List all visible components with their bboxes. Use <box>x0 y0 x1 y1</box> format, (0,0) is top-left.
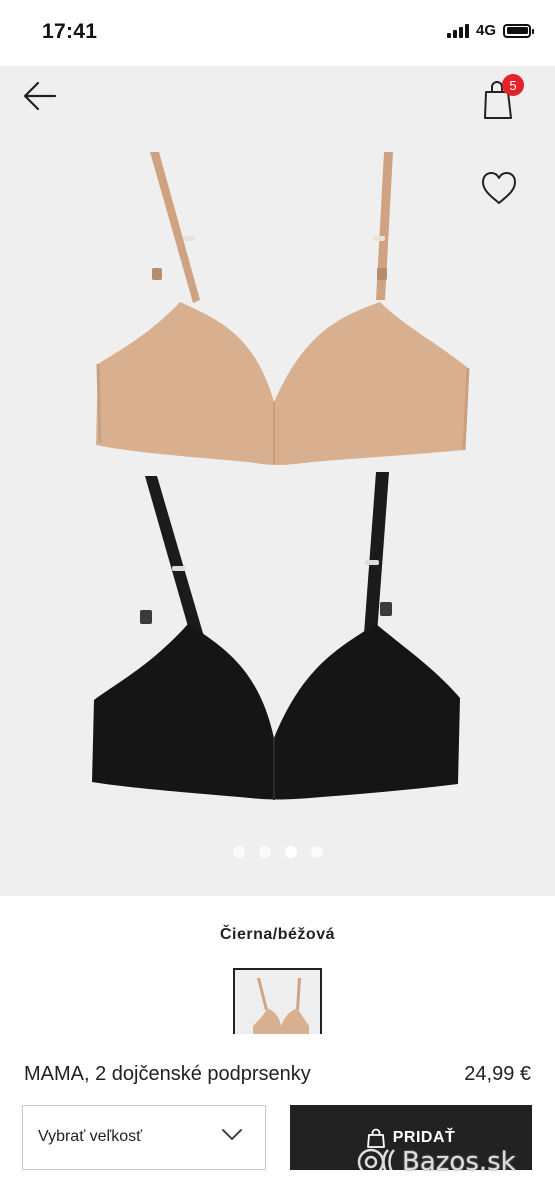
status-time: 17:41 <box>42 20 98 43</box>
heart-icon <box>482 172 516 204</box>
product-price: 24,99 € <box>464 1063 531 1085</box>
signal-icon <box>446 23 469 38</box>
product-image <box>92 152 470 800</box>
at-sign-logo-icon <box>357 1148 395 1176</box>
product-gallery[interactable]: 5 <box>0 66 555 896</box>
size-select-label: Vybrať veľkosť <box>38 1128 143 1145</box>
carousel-dot[interactable] <box>310 846 323 858</box>
favorite-button[interactable] <box>480 170 518 206</box>
watermark: Bazos.sk <box>356 1146 516 1178</box>
cart-count-badge: 5 <box>502 74 524 96</box>
carousel-dots <box>0 846 555 858</box>
status-bar: 17:41 4G <box>0 0 555 66</box>
carousel-dot[interactable] <box>258 846 271 858</box>
carousel-dot[interactable] <box>232 846 245 858</box>
shopping-bag-icon <box>366 1128 385 1148</box>
size-select[interactable]: Vybrať veľkosť <box>22 1105 266 1170</box>
back-button[interactable] <box>22 80 58 112</box>
status-indicators: 4G <box>446 22 534 39</box>
swatch-thumbnail <box>235 970 320 1034</box>
product-name: MAMA, 2 dojčenské podprsenky <box>24 1063 311 1085</box>
arrow-left-icon <box>23 81 57 111</box>
color-swatch-selected[interactable] <box>233 968 322 1034</box>
carousel-dot-active[interactable] <box>284 846 297 858</box>
chevron-down-icon <box>222 1129 242 1140</box>
cart-button[interactable]: 5 <box>482 74 526 120</box>
color-name: Čierna/béžová <box>220 926 335 943</box>
black-bra-image <box>92 472 460 800</box>
watermark-text: Bazos.sk <box>402 1147 516 1177</box>
beige-bra-image <box>96 152 470 465</box>
battery-icon <box>503 23 534 38</box>
network-type: 4G <box>475 22 496 39</box>
add-to-cart-label: PRIDAŤ <box>392 1128 456 1146</box>
